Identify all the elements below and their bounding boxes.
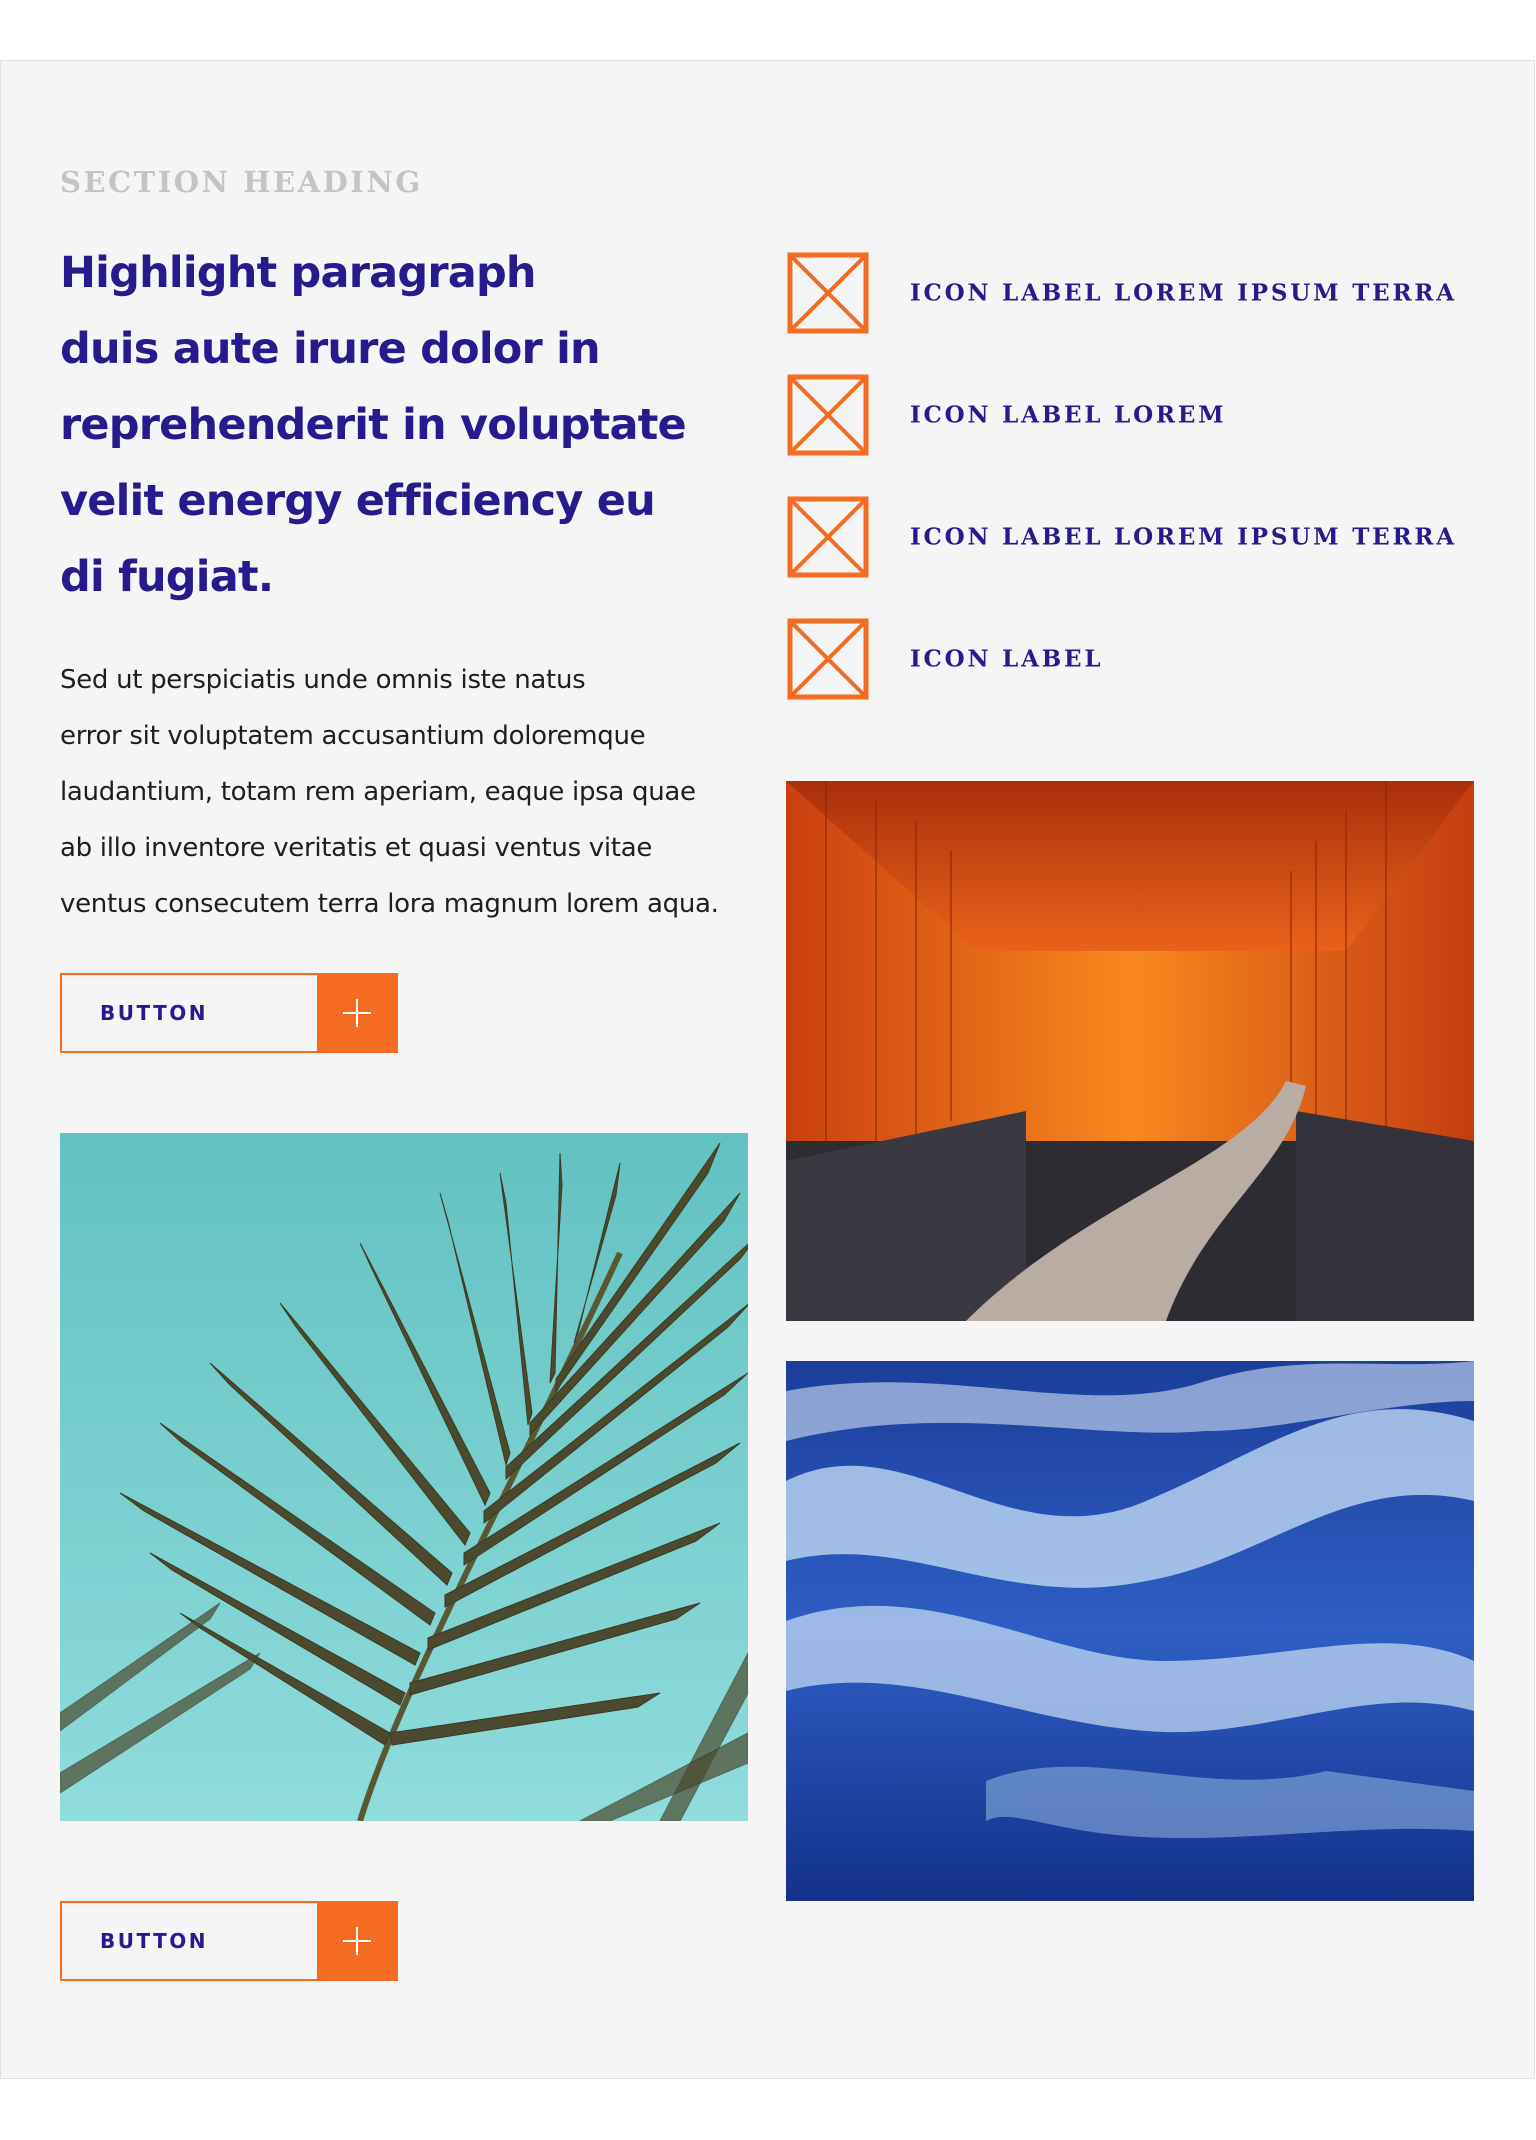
ocean-waves-photo <box>786 1361 1474 1901</box>
palm-leaf-photo <box>60 1133 748 1821</box>
highlight-line: reprehenderit in voluptate <box>60 400 687 450</box>
section-heading: SECTION HEADING <box>60 165 423 199</box>
body-line: laudantium, totam rem aperiam, eaque ips… <box>60 777 696 807</box>
primary-button[interactable]: BUTTON <box>60 973 398 1053</box>
highlight-paragraph: Highlight paragraph duis aute irure dolo… <box>60 235 700 615</box>
placeholder-x-icon <box>787 252 869 334</box>
placeholder-x-icon <box>787 374 869 456</box>
body-line: Sed ut perspiciatis unde omnis iste natu… <box>60 665 586 695</box>
body-line: error sit voluptatem accusantium dolorem… <box>60 721 646 751</box>
icon-list-item: ICON LABEL LOREM <box>787 374 1224 456</box>
icon-label: ICON LABEL <box>910 645 1104 673</box>
icon-list-item: ICON LABEL <box>787 618 1100 700</box>
icon-label: ICON LABEL LOREM <box>910 401 1227 429</box>
highlight-line: Highlight paragraph <box>60 248 537 298</box>
plus-icon[interactable] <box>317 975 396 1051</box>
icon-label: ICON LABEL LOREM IPSUM TERRA <box>910 279 1457 307</box>
body-line: ab illo inventore veritatis et quasi ven… <box>60 833 653 863</box>
button-label: BUTTON <box>100 1929 208 1953</box>
torii-gates-photo <box>786 781 1474 1321</box>
highlight-line: velit energy efficiency eu <box>60 476 656 526</box>
button-label: BUTTON <box>100 1001 208 1025</box>
icon-list-item: ICON LABEL LOREM IPSUM TERRA <box>787 496 1454 578</box>
highlight-line: duis aute irure dolor in <box>60 324 601 374</box>
secondary-button[interactable]: BUTTON <box>60 1901 398 1981</box>
icon-label: ICON LABEL LOREM IPSUM TERRA <box>910 523 1457 551</box>
plus-icon[interactable] <box>317 1903 396 1979</box>
placeholder-x-icon <box>787 618 869 700</box>
body-paragraph: Sed ut perspiciatis unde omnis iste natu… <box>60 652 760 932</box>
icon-list-item: ICON LABEL LOREM IPSUM TERRA <box>787 252 1454 334</box>
body-line: ventus consecutem terra lora magnum lore… <box>60 889 719 919</box>
highlight-line: di fugiat. <box>60 552 274 602</box>
placeholder-x-icon <box>787 496 869 578</box>
